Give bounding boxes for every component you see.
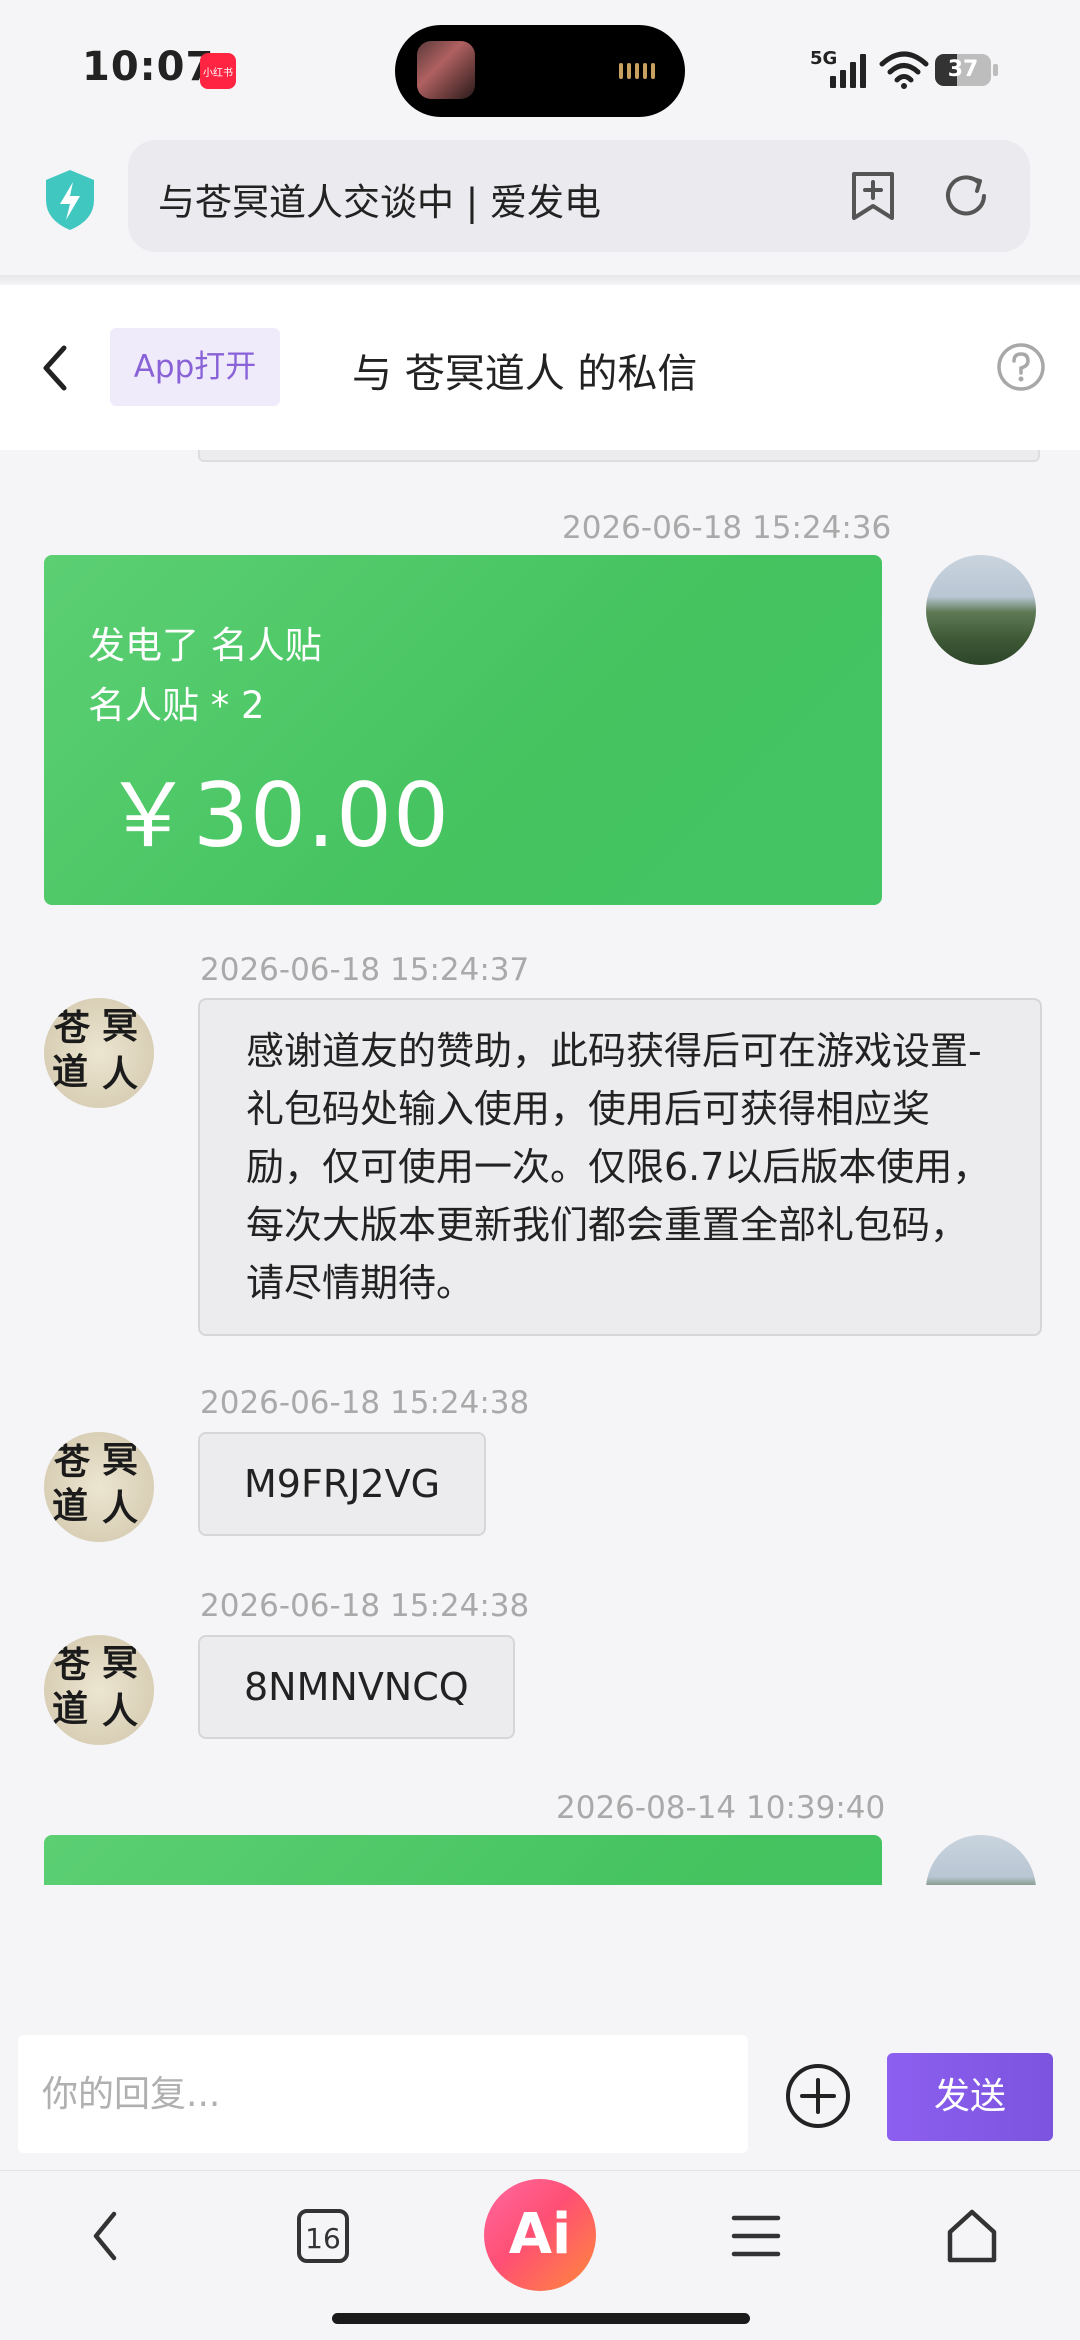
audio-waveform-icon: [619, 63, 655, 79]
page-title: 与 苍冥道人 的私信: [352, 351, 698, 397]
add-attachment-icon[interactable]: [784, 2062, 852, 2130]
home-icon[interactable]: [944, 2206, 1000, 2266]
sponsor-amount: ￥30.00: [104, 764, 450, 867]
sponsor-item: 名人贴 * 2: [88, 684, 265, 727]
message-timestamp: 2026-06-18 15:24:37: [200, 952, 530, 988]
cellular-signal-icon: [830, 54, 866, 88]
message-timestamp: 2026-06-18 15:24:36: [562, 510, 892, 546]
status-time: 10:07: [82, 44, 215, 90]
dynamic-island[interactable]: [395, 25, 685, 117]
xiaohongshu-app-icon: 小红书: [200, 53, 236, 89]
my-avatar[interactable]: [926, 1835, 1036, 1885]
battery-indicator: 37: [935, 54, 998, 86]
browser-toolbar: 与苍冥道人交谈中 | 爱发电: [0, 140, 1080, 275]
page-header: App打开 与 苍冥道人 的私信: [0, 285, 1080, 450]
help-icon[interactable]: [996, 342, 1046, 392]
previous-message-bubble: [198, 450, 1040, 462]
tabs-count: 16: [305, 2222, 341, 2255]
sponsor-card[interactable]: 发电了 名人贴 名人贴 * 2 ￥30.00: [44, 555, 882, 905]
message-timestamp: 2026-06-18 15:24:38: [200, 1588, 530, 1624]
gift-code-message[interactable]: 8NMNVNCQ: [198, 1635, 515, 1739]
creator-avatar[interactable]: 苍 冥 道 人: [44, 1635, 154, 1745]
clipped-message: [0, 1835, 1080, 1885]
battery-level: 37: [947, 57, 979, 82]
back-arrow-icon[interactable]: [36, 340, 76, 396]
gift-code-message[interactable]: M9FRJ2VG: [198, 1432, 487, 1536]
my-avatar[interactable]: [926, 555, 1036, 665]
message-bubble[interactable]: 感谢道友的赞助，此码获得后可在游戏设置-礼包码处输入使用，使用后可获得相应奖励，…: [198, 998, 1042, 1336]
address-bar[interactable]: 与苍冥道人交谈中 | 爱发电: [128, 140, 1030, 252]
open-in-app-button[interactable]: App打开: [110, 328, 280, 406]
browser-bottom-nav: 16 Ai: [0, 2170, 1080, 2340]
nav-back-icon[interactable]: [84, 2206, 128, 2266]
creator-avatar[interactable]: 苍 冥 道 人: [44, 998, 154, 1108]
message-timestamp: 2026-06-18 15:24:38: [200, 1385, 530, 1421]
status-bar: 10:07 小红书 5G 37: [0, 0, 1080, 140]
refresh-icon[interactable]: [940, 170, 992, 222]
send-button[interactable]: 发送: [887, 2053, 1053, 2141]
now-playing-artwork: [417, 41, 475, 99]
home-indicator[interactable]: [332, 2313, 750, 2324]
ai-assistant-button[interactable]: Ai: [484, 2179, 596, 2291]
sponsor-card[interactable]: [44, 1835, 882, 1885]
address-text[interactable]: 与苍冥道人交谈中 | 爱发电: [158, 172, 601, 226]
sponsor-title: 发电了 名人贴: [88, 624, 322, 667]
toolbar-divider: [0, 275, 1080, 285]
add-bookmark-icon[interactable]: [848, 170, 898, 222]
message-timestamp: 2026-08-14 10:39:40: [556, 1790, 886, 1826]
menu-icon[interactable]: [730, 2206, 782, 2266]
tabs-icon[interactable]: 16: [296, 2206, 350, 2266]
reply-input[interactable]: [18, 2035, 748, 2153]
message-list[interactable]: 2026-06-18 15:24:36 发电了 名人贴 名人贴 * 2 ￥30.…: [0, 450, 1080, 1885]
wifi-icon: [879, 51, 929, 89]
shield-bolt-icon[interactable]: [42, 168, 98, 232]
reply-bar: 发送: [0, 2020, 1080, 2170]
creator-avatar[interactable]: 苍 冥 道 人: [44, 1432, 154, 1542]
